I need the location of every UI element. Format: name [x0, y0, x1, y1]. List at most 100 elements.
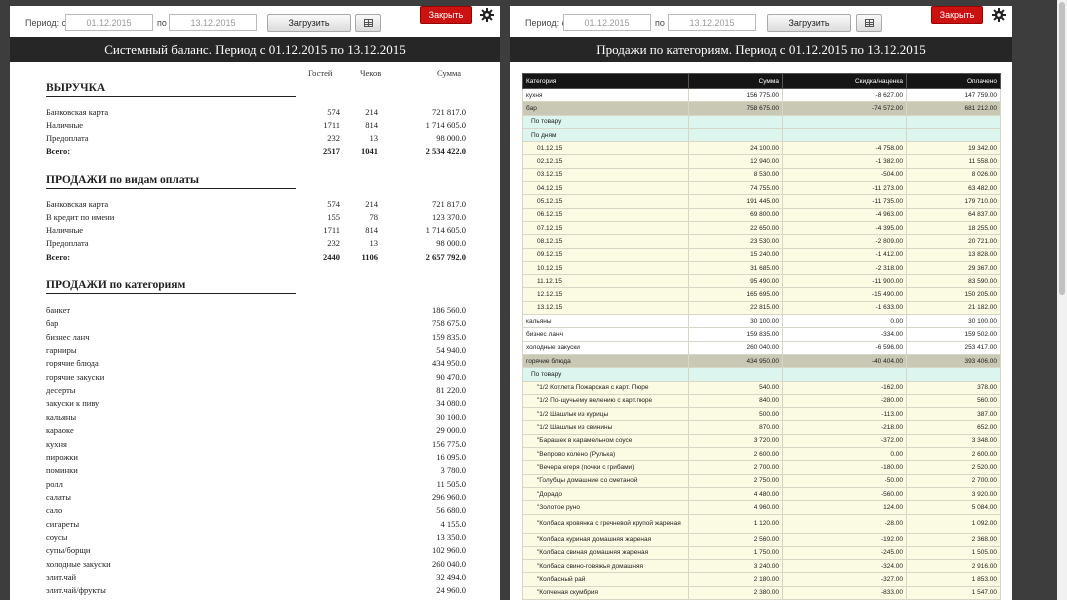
date-from-input[interactable]	[563, 14, 651, 31]
cell-paid: 150 205.00	[906, 287, 1001, 302]
table-view-button[interactable]	[355, 14, 381, 32]
category-row: сало 56 680.0	[46, 505, 466, 517]
cell-paid: 2 520.00	[906, 460, 1001, 475]
category-sum: 24 960.0	[436, 585, 466, 596]
cell-paid: 147 759.00	[906, 87, 1001, 103]
table-row[interactable]: "Дорадо 4 480.00 -560.00 3 920.00	[522, 486, 1001, 502]
table-row[interactable]: 10.12.15 31 685.00 -2 318.00 29 367.00	[522, 260, 1001, 276]
page-scrollbar-thumb[interactable]	[1059, 2, 1065, 295]
table-row[interactable]: "Барашек в карамельном соусе 3 720.00 -372…	[522, 433, 1001, 449]
table-row[interactable]: 01.12.15 24 100.00 -4 758.00 19 342.00	[522, 141, 1001, 156]
table-row[interactable]: "Голубцы домашние со сметаной 2 750.00 -50…	[522, 473, 1001, 488]
table-row[interactable]: горячие блюда 434 950.00 -40 404.00 393 406…	[522, 353, 1001, 369]
table-row[interactable]: кальяны 30 100.00 0.00 30 100.00	[522, 314, 1001, 329]
cell-sum: 23 530.00	[688, 234, 783, 249]
table-row[interactable]: 02.12.15 12 940.00 -1 382.00 11 558.00	[522, 154, 1001, 169]
cell-category: 07.12.15	[522, 220, 689, 236]
cell-paid: 1 547.00	[906, 585, 1001, 600]
cell-paid: 387.00	[906, 407, 1001, 422]
table-row[interactable]: "1/2 По-щучьему велению с карт.пюре 840.0…	[522, 393, 1001, 409]
cell-category: 05.12.15	[522, 194, 689, 209]
table-row[interactable]: По товару	[522, 367, 1001, 382]
table-row[interactable]: бар 758 675.00 -74 572.00 681 212.00	[522, 101, 1001, 116]
table-row[interactable]: "Колбасный рай 2 180.00 -327.00 1 853.00	[522, 572, 1001, 587]
grid-icon	[364, 19, 373, 27]
table-row[interactable]: "1/2 Шашлык из свинины 870.00 -218.00 652.0…	[522, 420, 1001, 435]
cell-sum: 3 720.00	[688, 433, 783, 449]
cell-paid: 393 406.00	[906, 353, 1001, 369]
table-row[interactable]: "Вепрово колено (Рулька) 2 600.00 0.00 2 60…	[522, 447, 1001, 462]
cell-discount: -50.00	[782, 473, 907, 488]
sum-header: Сумма	[437, 68, 462, 78]
category-sum: 296 960.0	[432, 491, 466, 502]
cell-sum: 31 685.00	[688, 260, 783, 276]
table-row[interactable]: 13.12.15 22 815.00 -1 633.00 21 182.00	[522, 300, 1001, 316]
cell-discount: -2 809.00	[782, 234, 907, 249]
table-view-button[interactable]	[856, 14, 882, 32]
cell-sum: 2 380.00	[688, 585, 783, 600]
cell-sum: 15 240.00	[688, 247, 783, 262]
column-header-sum[interactable]: Сумма	[688, 73, 783, 89]
table-row[interactable]: 06.12.15 69 800.00 -4 963.00 64 837.00	[522, 207, 1001, 222]
table-row[interactable]: кухня 156 775.00 -8 627.00 147 759.00	[522, 87, 1001, 103]
cell-paid: 21 182.00	[906, 300, 1001, 316]
table-row[interactable]: "Вечера егеря (почки с грибами) 2 700.00-…	[522, 460, 1001, 475]
cell-paid	[906, 367, 1001, 382]
cell-paid: 2 700.00	[906, 473, 1001, 488]
table-row[interactable]: 07.12.15 22 650.00 -4 395.00 18 255.00	[522, 220, 1001, 236]
category-sum: 13 350.0	[436, 531, 466, 542]
close-button[interactable]: Закрыть	[931, 6, 983, 24]
table-row[interactable]: "1/2 Котлета Пожарская с карт. Пюре 540.0…	[522, 380, 1001, 395]
category-sum: 90 470.0	[436, 371, 466, 382]
table-row[interactable]: "Золотое руно 4 960.00 124.00 5 084.00	[522, 500, 1001, 515]
category-name: десерты	[46, 385, 76, 396]
category-row: бар 758 675.0	[46, 318, 466, 330]
cell-category: "1/2 Шашлык из курицы	[522, 407, 689, 422]
load-button[interactable]: Загрузить	[267, 14, 351, 32]
table-row[interactable]: холодные закуски 260 040.00 -6 596.00 253 4…	[522, 340, 1001, 355]
cell-sum: 30 100.00	[688, 314, 783, 329]
period-from-label: Период: с	[525, 18, 567, 28]
date-from-input[interactable]	[65, 14, 153, 31]
table-row[interactable]: 05.12.15 191 445.00 -11 735.00 179 710.00	[522, 194, 1001, 209]
cell-discount	[782, 127, 907, 143]
table-row[interactable]: "Колбаса свино-говяжья домашняя 3 240.00-…	[522, 559, 1001, 574]
table-row[interactable]: "1/2 Шашлык из курицы 500.00 -113.00 387.00	[522, 407, 1001, 422]
table-row[interactable]: 03.12.15 8 530.00 -504.00 8 026.00	[522, 167, 1001, 183]
table-row[interactable]: бизнес ланч 159 835.00 -334.00 159 502.00	[522, 327, 1001, 342]
column-header-paid[interactable]: Оплачено	[906, 73, 1001, 89]
cell-category: 01.12.15	[522, 141, 689, 156]
cell-sum: 434 950.00	[688, 353, 783, 369]
cell-discount: -8 627.00	[782, 87, 907, 103]
table-row[interactable]: "Копченая скумбрия 2 380.00 -833.00 1 547.0…	[522, 585, 1001, 600]
revenue-total-row: Всего: 2517 1041 2 534 422.0	[46, 146, 466, 156]
cell-paid: 64 837.00	[906, 207, 1001, 222]
column-header-discount[interactable]: Скидка/наценка	[782, 73, 907, 89]
date-to-input[interactable]	[169, 14, 257, 31]
cell-category: "Колбаса кровянка с гречневой крупой жар…	[522, 513, 689, 534]
table-row[interactable]: "Колбаса свиная домашняя жареная 1 750.00…	[522, 545, 1001, 561]
right-toolbar: Период: с по Загрузить Закрыть	[510, 6, 1012, 37]
gear-icon[interactable]	[992, 8, 1006, 22]
table-row[interactable]: 12.12.15 165 695.00 -15 490.00 150 205.00	[522, 287, 1001, 302]
table-row[interactable]: 09.12.15 15 240.00 -1 412.00 13 828.00	[522, 247, 1001, 262]
column-header-category[interactable]: Категория	[522, 73, 689, 89]
table-row[interactable]: По товару	[522, 114, 1001, 129]
table-row[interactable]: По дням	[522, 127, 1001, 143]
table-row[interactable]: 11.12.15 95 490.00 -11 900.00 83 590.00	[522, 274, 1001, 289]
table-row[interactable]: "Колбаса кровянка с гречневой крупой жар…	[522, 513, 1001, 534]
date-to-input[interactable]	[668, 14, 756, 31]
load-button[interactable]: Загрузить	[767, 14, 851, 32]
table-row[interactable]: "Колбаса куриная домашняя жареная 2 560.0…	[522, 532, 1001, 547]
category-row: салаты 296 960.0	[46, 492, 466, 504]
category-sum: 29 000.0	[436, 425, 466, 436]
cell-category: 02.12.15	[522, 154, 689, 169]
table-row[interactable]: 04.12.15 74 755.00 -11 273.00 63 482.00	[522, 181, 1001, 196]
gear-icon[interactable]	[480, 8, 494, 22]
cell-paid: 179 710.00	[906, 194, 1001, 209]
table-row[interactable]: 08.12.15 23 530.00 -2 809.00 20 721.00	[522, 234, 1001, 249]
category-sum: 434 950.0	[432, 358, 466, 369]
close-button[interactable]: Закрыть	[420, 6, 472, 24]
cell-paid: 681 212.00	[906, 101, 1001, 116]
category-name: гарниры	[46, 345, 77, 356]
